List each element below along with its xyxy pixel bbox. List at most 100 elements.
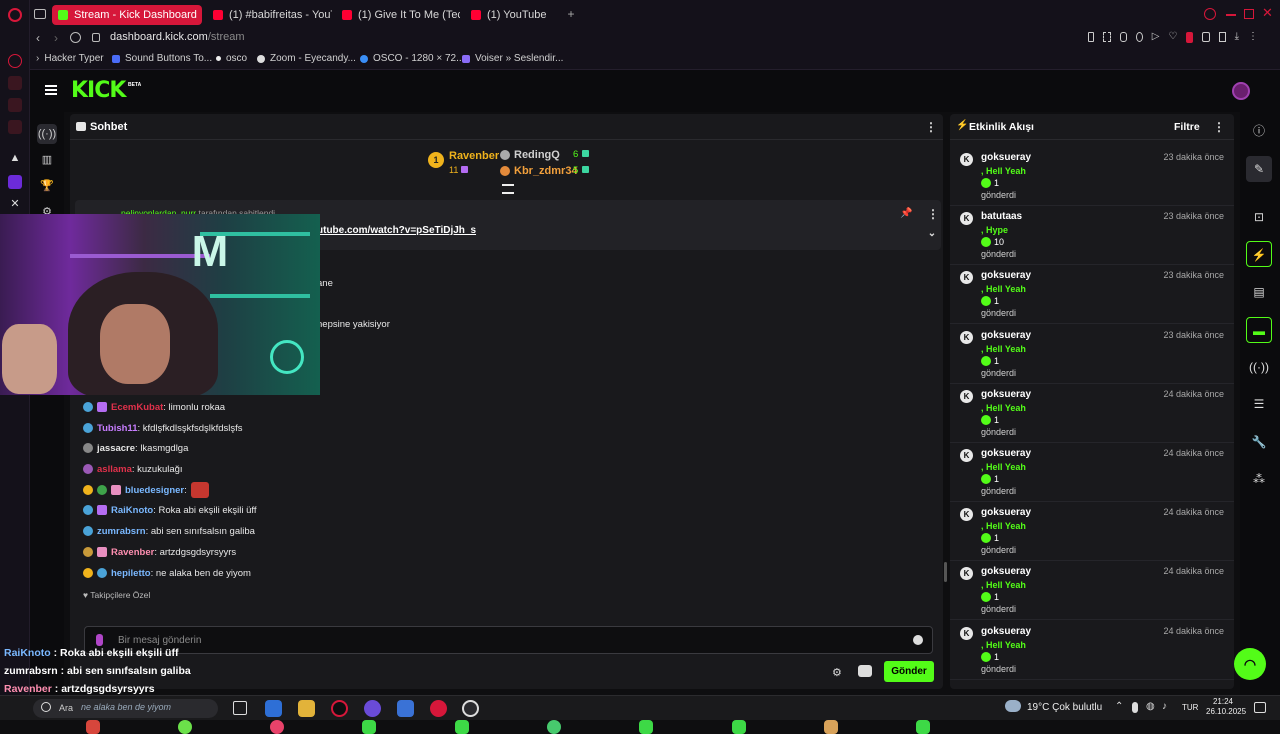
avatar[interactable] — [1232, 82, 1250, 100]
activity-feed-icon[interactable]: ⚡ — [1246, 241, 1272, 267]
activity-user[interactable]: goksueray — [981, 507, 1031, 518]
emote[interactable] — [824, 720, 838, 734]
send-button[interactable]: Gönder — [884, 661, 934, 682]
activity-user[interactable]: goksueray — [981, 626, 1031, 637]
extension-icon[interactable] — [1186, 32, 1194, 43]
broadcast-icon[interactable]: ((·)) — [1246, 354, 1272, 380]
discord-icon[interactable] — [364, 700, 381, 717]
volume-icon[interactable]: ♪ — [1162, 701, 1167, 712]
activity-item[interactable]: Kgoksueray 24 dakika önce, Hell Yeah 1 gönd… — [950, 443, 1234, 502]
language-indicator[interactable]: TUR — [1182, 703, 1198, 712]
emote[interactable] — [270, 720, 284, 734]
puzzle-icon[interactable] — [1202, 32, 1210, 42]
bookmark-zoom[interactable]: Zoom - Eyecandy... — [257, 53, 356, 64]
edit-icon[interactable]: ✎ — [1246, 156, 1272, 182]
stream-icon[interactable]: ((·)) — [37, 124, 57, 144]
search-tabs-icon[interactable] — [1204, 8, 1216, 20]
filter-button[interactable]: Filtre — [1174, 121, 1200, 133]
bookmark-icon[interactable] — [1088, 32, 1095, 42]
tab-youtube[interactable]: (1) YouTube — [465, 5, 575, 25]
activity-item[interactable]: Kgoksueray 24 dakika önce, Hell Yeah 1 gönd… — [950, 561, 1234, 621]
close-window-icon[interactable]: ✕ — [1262, 6, 1274, 20]
chevron-down-icon[interactable]: ⌄ — [927, 228, 937, 240]
bookmark-sound-buttons[interactable]: Sound Buttons To... — [112, 53, 212, 64]
chat-menu-icon[interactable]: ⋮ — [925, 121, 937, 133]
weather-text[interactable]: 19°C Çok bulutlu — [1027, 702, 1102, 713]
instagram-icon[interactable] — [8, 120, 22, 134]
back-icon[interactable]: ‹ — [36, 31, 40, 45]
leader-name[interactable]: Kbr_zdmr34 — [514, 165, 578, 177]
extensions-icon[interactable] — [8, 76, 22, 90]
kick-logo[interactable]: KICK — [71, 80, 126, 102]
network-icon[interactable]: ◍ — [1146, 701, 1155, 712]
opera-gx-icon[interactable] — [430, 700, 447, 717]
bookmark-osco[interactable]: osco — [216, 53, 247, 64]
activity-item[interactable]: Kgoksueray 24 dakika önce, Hell Yeah 1 gönd… — [950, 621, 1234, 680]
taskbar-search[interactable]: Ara ne alaka ben de yiyom — [33, 699, 218, 718]
help-chat-button[interactable]: ◠ — [1234, 648, 1266, 680]
camera-icon[interactable]: ⊡ — [1246, 204, 1272, 230]
activity-user[interactable]: goksueray — [981, 448, 1031, 459]
expand-leaderboard-icon[interactable] — [502, 184, 514, 194]
restore-icon[interactable] — [1244, 9, 1254, 19]
emote[interactable] — [178, 720, 192, 734]
vpn-icon[interactable] — [1119, 32, 1127, 42]
pinned-menu-icon[interactable]: ⋮ — [927, 208, 939, 220]
activity-user[interactable]: goksueray — [981, 270, 1031, 281]
opera-icon[interactable] — [331, 700, 348, 717]
activity-user[interactable]: goksueray — [981, 566, 1031, 577]
emote[interactable] — [86, 720, 100, 734]
activity-item[interactable]: Kgoksueray 23 dakika önce, Hell Yeah 1 gönd… — [950, 147, 1234, 206]
new-tab-plus-icon[interactable]: + — [565, 8, 577, 20]
app-icon[interactable] — [397, 700, 414, 717]
file-explorer-icon[interactable] — [298, 700, 315, 717]
activity-user[interactable]: goksueray — [981, 152, 1031, 163]
download-icon[interactable]: ⤓ — [1235, 32, 1239, 46]
activity-user[interactable]: batutaas — [981, 211, 1022, 222]
x-icon[interactable]: ✕ — [8, 197, 22, 211]
bookmark-voiser[interactable]: Voiser » Seslendir... — [462, 53, 563, 64]
emote[interactable] — [732, 720, 746, 734]
activity-item[interactable]: Kgoksueray 24 dakika önce, Hell Yeah 1 gönd… — [950, 384, 1234, 443]
emote[interactable] — [362, 720, 376, 734]
activity-item[interactable]: Kgoksueray 24 dakika önce, Hell Yeah 1 gönd… — [950, 502, 1234, 562]
info-icon[interactable]: ⓘ — [1246, 118, 1272, 144]
pin-icon[interactable]: 📌 — [900, 208, 912, 220]
clock[interactable]: 21:24 26.10.2025 — [1206, 697, 1246, 717]
trophy-icon[interactable]: 🏆 — [39, 178, 55, 194]
emoji-icon[interactable] — [913, 635, 923, 645]
integrations-icon[interactable]: ⁂ — [1246, 466, 1272, 492]
emote[interactable] — [455, 720, 469, 734]
emote-picker-icon[interactable] — [858, 665, 872, 677]
obs-icon[interactable] — [462, 700, 479, 717]
activity-user[interactable]: goksueray — [981, 389, 1031, 400]
minimize-icon[interactable] — [1226, 14, 1236, 16]
activity-item[interactable]: Kgoksueray 23 dakika önce, Hell Yeah 1 gönd… — [950, 265, 1234, 325]
chevron-up-icon[interactable]: ⌃ — [1115, 701, 1123, 712]
emote[interactable] — [547, 720, 561, 734]
tab-kick-dashboard[interactable]: Stream - Kick Dashboard — [52, 5, 202, 25]
url-field[interactable]: dashboard.kick.com/stream — [110, 31, 245, 43]
app-icon[interactable] — [265, 700, 282, 717]
leader-name[interactable]: Ravenber — [449, 150, 499, 162]
queue-icon[interactable]: ☰ — [1246, 391, 1272, 417]
chat-scrollbar[interactable] — [944, 562, 947, 582]
emote[interactable] — [916, 720, 930, 734]
tab-youtube-techno[interactable]: (1) Give It To Me (Techno — [336, 5, 460, 25]
notifications-icon[interactable] — [1254, 702, 1266, 713]
chat-icon[interactable]: ▬ — [1246, 317, 1272, 343]
bookmark-osco-1280[interactable]: OSCO - 1280 × 72... — [360, 53, 464, 64]
leader-name[interactable]: RedingQ — [514, 149, 560, 161]
analytics-icon[interactable]: ▥ — [39, 152, 55, 168]
messenger-icon[interactable] — [8, 98, 22, 112]
microphone-icon[interactable] — [1132, 702, 1138, 713]
microphone-icon[interactable] — [96, 634, 103, 646]
pinned-link[interactable]: utube.com/watch?v=pSeTiDjJh_s — [317, 225, 476, 236]
activity-item[interactable]: Kgoksueray 23 dakika önce, Hell Yeah 1 gönd… — [950, 325, 1234, 384]
kick-app-icon[interactable]: ▲ — [8, 152, 22, 166]
notes-icon[interactable]: ▤ — [1246, 279, 1272, 305]
emote[interactable] — [639, 720, 653, 734]
wrench-icon[interactable]: 🔧 — [1246, 429, 1272, 455]
workspace-icon[interactable] — [34, 9, 46, 19]
forward-icon[interactable]: › — [54, 31, 58, 45]
